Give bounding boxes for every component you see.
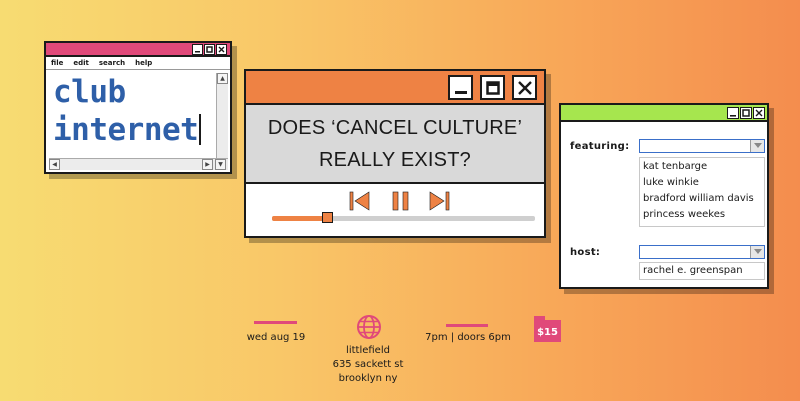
price-label: $15 [537,327,558,338]
maximize-icon [485,80,500,95]
list-item[interactable]: princess weekes [640,207,764,223]
menu-search[interactable]: search [99,59,125,67]
scroll-down-icon[interactable]: ▼ [215,159,226,170]
question-line-1: DOES ‘CANCEL CULTURE’ [267,116,523,139]
scroll-right-icon[interactable]: ▶ [202,159,213,170]
event-time: 7pm | doors 6pm [425,332,511,343]
media-player-window: DOES ‘CANCEL CULTURE’ REALLY EXIST? [244,69,546,238]
host-dropdown[interactable] [639,245,765,259]
pause-icon[interactable] [392,191,410,211]
scroll-up-icon[interactable]: ▲ [217,73,228,84]
event-venue: littlefield 635 sackett st brooklyn ny [318,344,418,386]
minimize-icon [195,51,200,53]
time-accent-bar [446,324,488,327]
date-accent-bar [254,321,297,324]
player-titlebar[interactable] [246,71,544,105]
venue-city: brooklyn ny [338,373,398,384]
minimize-button[interactable] [192,44,203,55]
host-label: host: [570,247,601,258]
featuring-label: featuring: [570,141,630,152]
close-icon [218,46,225,53]
menu-bar: file edit search help [46,57,230,70]
event-date: wed aug 19 [246,332,306,343]
featuring-list: kat tenbarge luke winkie bradford willia… [639,157,765,227]
previous-icon[interactable] [349,191,371,211]
text-cursor [199,114,202,145]
list-item[interactable]: bradford william davis [640,191,764,207]
close-button[interactable] [216,44,227,55]
maximize-button[interactable] [480,75,505,100]
featuring-dropdown[interactable] [639,139,765,153]
seek-progress [272,216,328,221]
text-document[interactable]: club internet [49,73,215,159]
maximize-button[interactable] [204,44,215,55]
list-item[interactable]: kat tenbarge [640,159,764,175]
minimize-icon [730,115,736,117]
folder-tab-icon [534,316,545,321]
list-item[interactable]: luke winkie [640,175,764,191]
next-icon[interactable] [429,191,451,211]
minimize-button[interactable] [727,107,739,119]
maximize-icon [742,109,750,117]
speakers-titlebar[interactable] [561,105,767,122]
venue-name: littlefield [346,345,390,356]
chevron-down-icon [753,249,762,254]
minimize-button[interactable] [448,75,473,100]
menu-help[interactable]: help [135,59,152,67]
question-line-2: REALLY EXIST? [319,148,471,171]
venue-address: 635 sackett st [332,359,404,370]
vertical-scrollbar[interactable]: ▲ [216,73,228,159]
menu-edit[interactable]: edit [73,59,89,67]
close-icon [755,109,763,117]
internet-line: internet [49,111,215,149]
close-button[interactable] [753,107,765,119]
close-button[interactable] [512,75,537,100]
seek-bar[interactable] [272,212,535,223]
maximize-icon [206,46,213,53]
club-internet-window: file edit search help club internet ▲ ◀ … [44,41,232,174]
club-line: club [53,74,126,110]
close-icon [517,80,532,95]
chevron-down-icon [753,143,762,148]
host-dropdown-button[interactable] [750,246,764,258]
club-window-titlebar[interactable] [46,43,230,57]
price-tag: $15 [534,316,561,342]
scroll-left-icon[interactable]: ◀ [49,159,60,170]
minimize-icon [454,90,467,94]
question-panel: DOES ‘CANCEL CULTURE’ REALLY EXIST? [246,105,544,184]
globe-icon [357,315,381,339]
featuring-dropdown-button[interactable] [750,140,764,152]
speakers-window: featuring: kat tenbarge luke winkie brad… [559,103,769,289]
maximize-button[interactable] [740,107,752,119]
list-item[interactable]: rachel e. greenspan [640,263,764,279]
playback-controls [246,184,544,236]
horizontal-scrollbar[interactable]: ◀ ▶ ▼ [49,158,228,170]
internet-text: internet [53,112,199,148]
host-list: rachel e. greenspan [639,262,765,280]
seek-handle[interactable] [322,212,334,223]
menu-file[interactable]: file [51,59,63,67]
